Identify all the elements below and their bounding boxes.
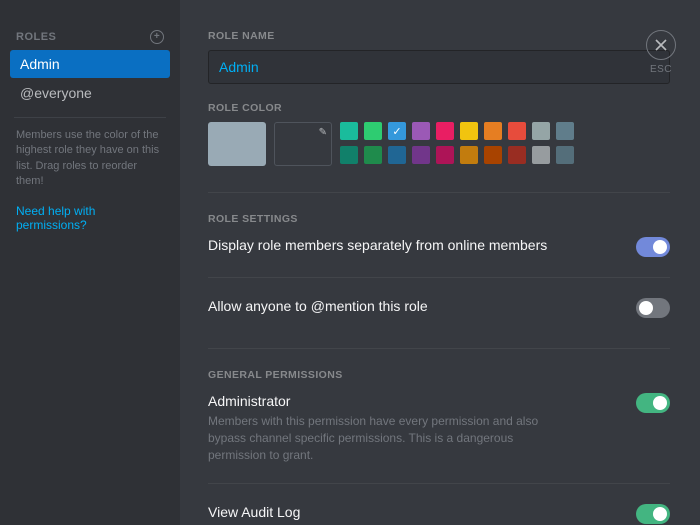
role-color-label: ROLE COLOR: [208, 102, 670, 114]
color-swatch[interactable]: [484, 146, 502, 164]
color-swatch[interactable]: [436, 146, 454, 164]
add-role-button[interactable]: +: [150, 30, 164, 44]
allow-mention-toggle[interactable]: [636, 298, 670, 318]
default-color-swatch[interactable]: [208, 122, 266, 166]
eyedropper-icon: ✎: [319, 127, 327, 138]
roles-sidebar: ROLES + Admin@everyone Members use the c…: [0, 0, 180, 525]
close-icon: [655, 39, 667, 51]
color-swatch[interactable]: [484, 122, 502, 140]
roles-header: ROLES: [16, 31, 56, 43]
role-name-input[interactable]: [208, 50, 670, 84]
color-swatch[interactable]: [460, 146, 478, 164]
color-swatch[interactable]: [508, 146, 526, 164]
general-permissions-label: GENERAL PERMISSIONS: [208, 369, 670, 381]
administrator-toggle[interactable]: [636, 393, 670, 413]
color-swatch[interactable]: [436, 122, 454, 140]
main-panel: ROLE NAME ROLE COLOR ✎ ✓ ROLE SETTINGS D…: [180, 0, 700, 525]
color-swatch[interactable]: [556, 146, 574, 164]
permissions-help-link[interactable]: Need help with permissions?: [10, 190, 170, 232]
view-audit-log-toggle[interactable]: [636, 504, 670, 524]
color-swatch[interactable]: [412, 146, 430, 164]
close-label: ESC: [646, 64, 676, 75]
color-swatch[interactable]: [460, 122, 478, 140]
sidebar-help-text: Members use the color of the highest rol…: [10, 128, 170, 190]
custom-color-swatch[interactable]: ✎: [274, 122, 332, 166]
color-swatch[interactable]: [556, 122, 574, 140]
administrator-title: Administrator: [208, 393, 548, 409]
display-separately-title: Display role members separately from onl…: [208, 237, 547, 253]
color-swatch[interactable]: [532, 146, 550, 164]
allow-mention-title: Allow anyone to @mention this role: [208, 298, 428, 314]
view-audit-log-title: View Audit Log: [208, 504, 548, 520]
color-swatch[interactable]: [388, 146, 406, 164]
role-item-everyone[interactable]: @everyone: [10, 79, 170, 107]
color-swatch[interactable]: [364, 146, 382, 164]
color-swatch[interactable]: [532, 122, 550, 140]
color-swatch[interactable]: [508, 122, 526, 140]
color-swatch[interactable]: [340, 122, 358, 140]
administrator-desc: Members with this permission have every …: [208, 413, 548, 463]
color-swatch[interactable]: [412, 122, 430, 140]
color-swatch[interactable]: [340, 146, 358, 164]
close-button[interactable]: [646, 30, 676, 60]
role-item-Admin[interactable]: Admin: [10, 50, 170, 78]
color-swatch[interactable]: [364, 122, 382, 140]
role-settings-label: ROLE SETTINGS: [208, 213, 670, 225]
color-swatch[interactable]: ✓: [388, 122, 406, 140]
role-name-label: ROLE NAME: [208, 30, 670, 42]
display-separately-toggle[interactable]: [636, 237, 670, 257]
